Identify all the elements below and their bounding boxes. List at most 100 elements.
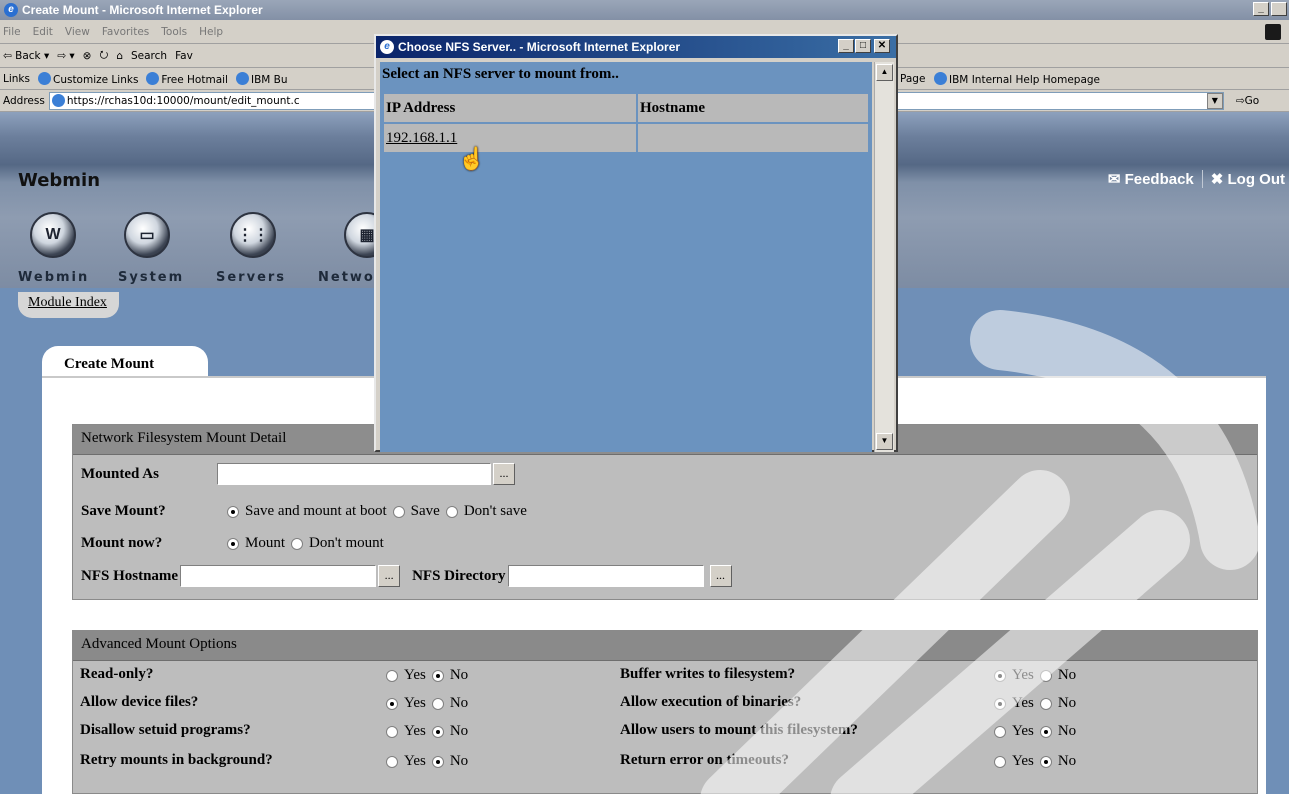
radio-option-yes[interactable]: Yes: [994, 753, 1034, 770]
module-label-webmin[interactable]: Webmin: [18, 270, 89, 285]
address-value: https://rchas10d:10000/mount/edit_mount.…: [66, 94, 300, 107]
radio-option-no[interactable]: No: [1039, 695, 1076, 712]
stop-icon[interactable]: ⊗: [83, 50, 92, 62]
popup-maximize-button[interactable]: □: [855, 39, 871, 53]
radio-option-no[interactable]: No: [431, 667, 468, 684]
home-icon[interactable]: ⌂: [116, 50, 123, 62]
save-option-boot[interactable]: Save and mount at boot: [227, 503, 387, 520]
nfs-directory-input[interactable]: [507, 565, 704, 587]
scroll-down-button[interactable]: ▼: [876, 433, 893, 450]
webmin-module-icon[interactable]: W: [30, 212, 76, 258]
popup-scrollbar[interactable]: ▲ ▼: [874, 62, 894, 452]
save-option-dont[interactable]: Don't save: [445, 503, 527, 520]
minimize-button[interactable]: _: [1253, 2, 1269, 16]
module-label-networking[interactable]: Netwo: [318, 270, 375, 285]
search-button[interactable]: Search: [131, 50, 167, 62]
radio-option-no[interactable]: No: [1039, 723, 1076, 740]
table-header-row: IP Address Hostname: [382, 92, 870, 124]
menu-help[interactable]: Help: [199, 26, 223, 38]
radio[interactable]: [431, 697, 444, 710]
radio-selected[interactable]: [994, 697, 1006, 710]
popup-close-button[interactable]: ✕: [874, 39, 890, 53]
system-module-icon[interactable]: ▭: [124, 212, 170, 258]
radio-selected[interactable]: [1039, 755, 1052, 768]
module-label-servers[interactable]: Servers: [216, 270, 286, 285]
radio-option-no[interactable]: No: [1039, 667, 1076, 684]
table-row: 192.168.1.1: [382, 122, 870, 154]
radio-option-no[interactable]: No: [431, 753, 468, 770]
popup-minimize-button[interactable]: _: [838, 39, 854, 53]
menu-tools[interactable]: Tools: [161, 26, 187, 38]
nfs-directory-browse-button[interactable]: ...: [709, 565, 732, 587]
server-ip-link[interactable]: 192.168.1.1: [386, 130, 457, 146]
link-ibm-bu[interactable]: IBM Bu: [235, 71, 288, 86]
advanced-option-label: Allow execution of binaries?: [620, 694, 802, 710]
nfs-hostname-input[interactable]: [180, 565, 377, 587]
mount-option-dont[interactable]: Don't mount: [291, 535, 384, 552]
radio[interactable]: [386, 725, 398, 738]
back-button[interactable]: ⇦ Back ▾: [3, 50, 49, 62]
link-customize[interactable]: Customize Links: [37, 71, 138, 86]
servers-module-icon[interactable]: ⋮⋮: [230, 212, 276, 258]
radio-selected[interactable]: [386, 697, 398, 710]
radio-selected[interactable]: [431, 669, 444, 682]
advanced-option-radios: Yes No: [994, 695, 1082, 712]
mount-option-mount[interactable]: Mount: [227, 535, 285, 552]
radio[interactable]: [386, 755, 398, 768]
maximize-button[interactable]: [1271, 2, 1287, 16]
radio[interactable]: [445, 505, 458, 518]
webmin-logo[interactable]: Webmin: [18, 170, 100, 191]
favorites-button[interactable]: Fav: [175, 50, 193, 62]
menu-favorites[interactable]: Favorites: [102, 26, 149, 38]
radio[interactable]: [291, 537, 304, 550]
forward-button[interactable]: ⇨ ▾: [57, 50, 74, 62]
radio-option-yes[interactable]: Yes: [994, 723, 1034, 740]
radio-option-yes[interactable]: Yes: [386, 723, 426, 740]
link-page[interactable]: Page: [900, 73, 925, 85]
ip-cell: 192.168.1.1: [382, 122, 638, 154]
radio-selected[interactable]: [431, 755, 444, 768]
radio-option-yes[interactable]: Yes: [994, 695, 1034, 712]
logout-link[interactable]: ✖ Log Out: [1211, 170, 1285, 188]
radio[interactable]: [386, 669, 398, 682]
radio-selected[interactable]: [227, 537, 239, 550]
radio-selected[interactable]: [431, 725, 444, 738]
radio-option-yes[interactable]: Yes: [386, 753, 426, 770]
radio-selected[interactable]: [227, 505, 239, 518]
radio-option-yes[interactable]: Yes: [386, 695, 426, 712]
radio[interactable]: [994, 725, 1006, 738]
save-mount-label: Save Mount?: [81, 503, 166, 519]
radio[interactable]: [994, 755, 1006, 768]
radio-option-no[interactable]: No: [431, 695, 468, 712]
radio[interactable]: [1039, 669, 1052, 682]
radio-selected[interactable]: [1039, 725, 1052, 738]
radio[interactable]: [1039, 697, 1052, 710]
advanced-option-label: Allow users to mount this filesystem?: [620, 722, 858, 738]
menu-file[interactable]: File: [3, 26, 21, 38]
radio-option-yes[interactable]: Yes: [994, 667, 1034, 684]
ie-icon: e: [4, 3, 18, 17]
module-label-system[interactable]: System: [118, 270, 184, 285]
radio-option-no[interactable]: No: [431, 723, 468, 740]
ie-page-icon: [51, 94, 65, 107]
menu-edit[interactable]: Edit: [33, 26, 53, 38]
refresh-icon[interactable]: ⭮: [99, 47, 108, 65]
address-dropdown-icon[interactable]: ▼: [1206, 92, 1223, 109]
nfs-host-row: NFS Hostname ... NFS Directory ...: [81, 565, 732, 587]
nfs-hostname-browse-button[interactable]: ...: [378, 565, 401, 587]
radio-option-yes[interactable]: Yes: [386, 667, 426, 684]
scroll-up-button[interactable]: ▲: [876, 64, 893, 81]
feedback-link[interactable]: ✉ Feedback: [1108, 170, 1194, 188]
radio-selected[interactable]: [994, 669, 1006, 682]
mounted-as-browse-button[interactable]: ...: [493, 463, 515, 485]
link-ibm-help[interactable]: IBM Internal Help Homepage: [934, 71, 1100, 86]
hand-cursor-icon: ☝: [458, 146, 486, 171]
radio[interactable]: [392, 505, 405, 518]
module-index-link[interactable]: Module Index: [18, 292, 119, 318]
radio-option-no[interactable]: No: [1039, 753, 1076, 770]
save-option-save[interactable]: Save: [392, 503, 440, 520]
link-hotmail[interactable]: Free Hotmail: [146, 71, 228, 86]
go-button[interactable]: ⇨Go: [1236, 95, 1259, 107]
mounted-as-input[interactable]: [217, 463, 491, 485]
menu-view[interactable]: View: [65, 26, 90, 38]
